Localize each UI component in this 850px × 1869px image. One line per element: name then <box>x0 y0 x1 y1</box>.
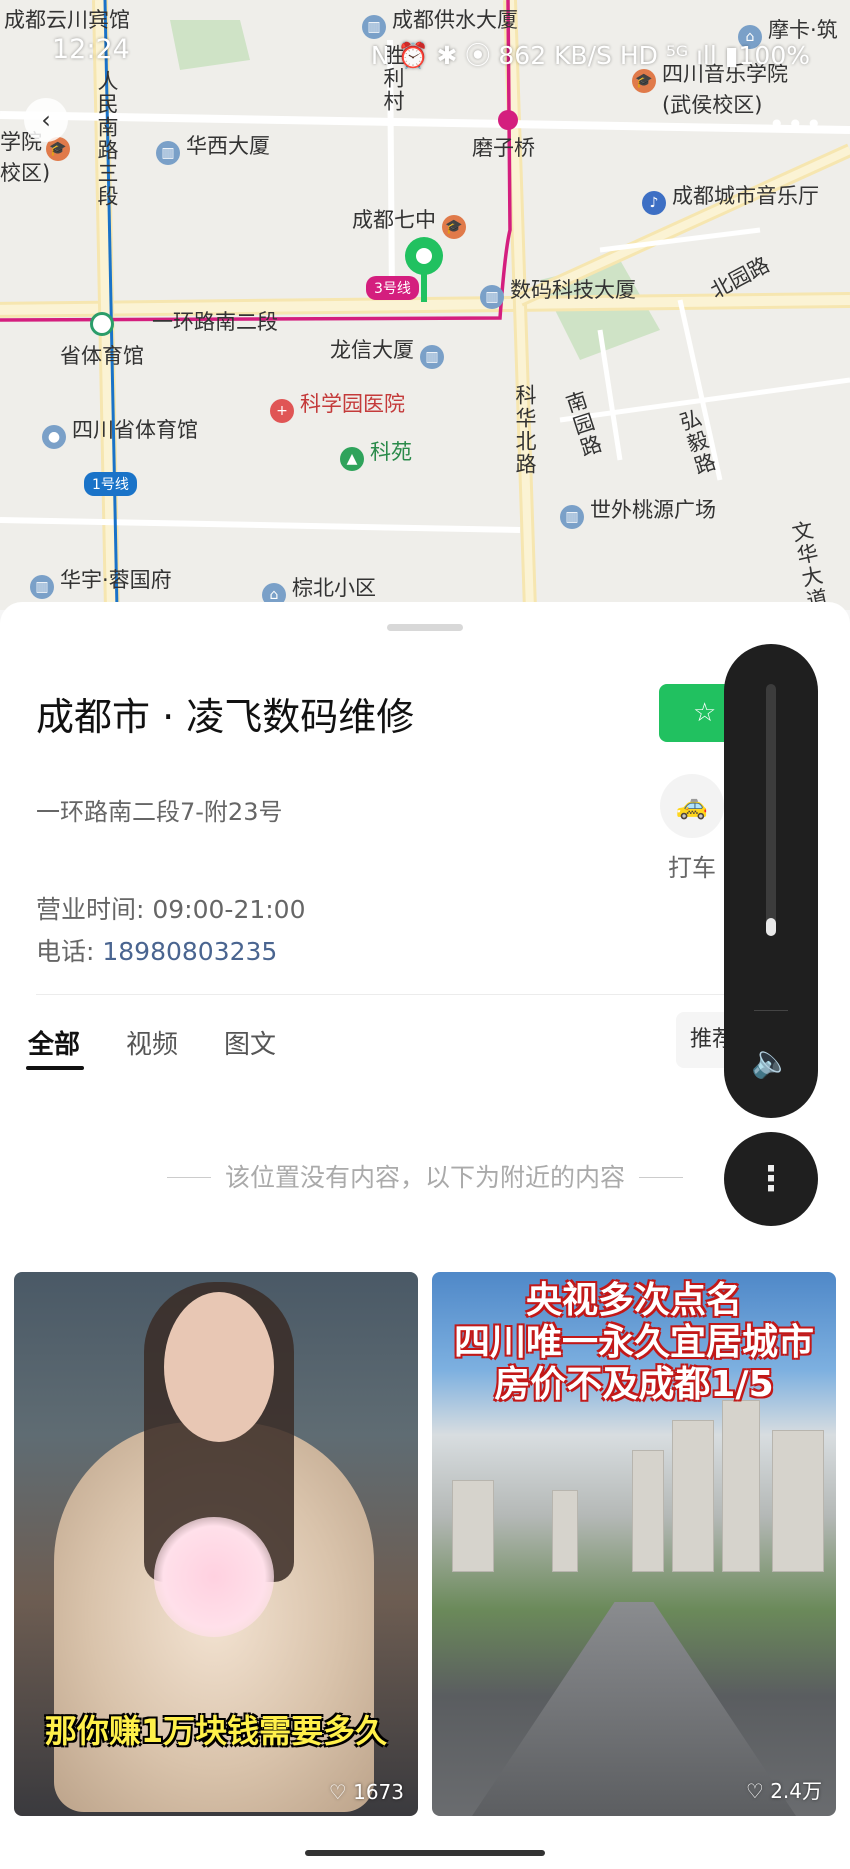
place-title: 成都市 · 凌飞数码维修 <box>36 695 415 739</box>
volume-panel: 🔈 <box>724 644 818 1118</box>
metro-transfer-icon <box>90 312 114 336</box>
business-hours: 营业时间: 09:00-21:00 <box>36 895 306 924</box>
empty-tip: 该位置没有内容，以下为附近的内容 <box>0 1158 850 1194</box>
taxi-label: 打车 <box>668 854 716 882</box>
map-label-shiwai: ▥ 世外桃源广场 <box>560 494 716 529</box>
feed-card[interactable]: 央视多次点名 四川唯一永久宜居城市 房价不及成都1/5 ♡ 2.4万 <box>432 1272 836 1816</box>
map-label-huaxi: ▥ 华西大厦 <box>156 130 270 165</box>
like-count: ♡ 2.4万 <box>745 1779 822 1803</box>
status-time: 12:24 <box>52 34 130 65</box>
car-icon: 🚕 <box>675 791 709 821</box>
tab-all[interactable]: 全部 <box>28 1024 80 1061</box>
map-label-longxin: 龙信大厦 ▥ <box>330 334 450 369</box>
building-icon: ▥ <box>480 285 504 309</box>
more-options-button[interactable]: ••• <box>768 108 824 141</box>
map-label-kehua: 科华北路 <box>513 384 537 476</box>
status-icons: N ⏰ ✱ ⦿ 862 KB/S HD ⁵ᴳ ıll ▮100% <box>370 41 810 70</box>
music-icon: ♪ <box>642 191 666 215</box>
place-address: 一环路南二段7-附23号 <box>36 798 283 826</box>
card-caption: 那你赚1万块钱需要多久 <box>44 1712 388 1750</box>
heart-icon: ♡ <box>328 1780 347 1804</box>
drag-handle[interactable] <box>387 624 463 631</box>
card-headline: 央视多次点名 四川唯一永久宜居城市 房价不及成都1/5 <box>453 1280 814 1405</box>
divider <box>36 994 816 995</box>
building-icon: ▥ <box>30 575 54 599</box>
building-icon: ▥ <box>560 505 584 529</box>
stadium-icon: ● <box>42 425 66 449</box>
speaker-icon[interactable]: 🔈 <box>724 1042 818 1080</box>
tab-image-text[interactable]: 图文 <box>224 1024 276 1061</box>
status-bar: 12:24 N ⏰ ✱ ⦿ 862 KB/S HD ⁵ᴳ ıll ▮100% <box>0 30 850 70</box>
feed-card[interactable]: 那你赚1万块钱需要多久 ♡ 1673 <box>14 1272 418 1816</box>
map-label-huayu: ▥ 华宇·蓉国府 <box>30 564 172 599</box>
map-label-kexue: + 科学园医院 <box>270 388 405 423</box>
active-tab-indicator <box>26 1066 84 1070</box>
map-label-keyuan: ▲ 科苑 <box>340 436 412 471</box>
like-count: ♡ 1673 <box>328 1780 404 1804</box>
back-button[interactable]: ‹ <box>24 98 68 142</box>
metro-station-icon <box>498 110 518 130</box>
school-icon: 🎓 <box>442 215 466 239</box>
building-icon: ▥ <box>420 345 444 369</box>
phone-number[interactable]: 电话: 18980803235 <box>36 932 277 968</box>
volume-slider[interactable] <box>766 684 776 936</box>
volume-level <box>766 918 776 936</box>
hospital-icon: + <box>270 399 294 423</box>
map-label-city-hall: ♪ 成都城市音乐厅 <box>642 180 819 215</box>
more-vertical-icon[interactable]: ⋮ <box>724 1132 818 1226</box>
star-icon: ☆ <box>693 698 717 728</box>
home-indicator[interactable] <box>305 1850 545 1856</box>
place-detail-sheet: 成都市 · 凌飞数码维修 ☆ 一环路南二段7-附23号 🚕 打车 营业时间: 0… <box>0 602 850 1869</box>
building-icon: ▥ <box>156 141 180 165</box>
heart-icon: ♡ <box>745 1779 764 1803</box>
map-view[interactable]: 成都云川宾馆 ▥ 成都供水大厦 ⌂ 摩卡·筑 🎓 四川音乐学院 (武侯校区) 学院 🎓 校区… <box>0 0 850 610</box>
map-label-mozi: 磨子桥 <box>472 110 535 162</box>
map-label-chengdu7: 成都七中 🎓 <box>352 204 472 239</box>
map-label-renmin-road: 人民南路三段 <box>95 70 119 208</box>
taxi-button[interactable]: 🚕 <box>660 774 724 838</box>
card-image <box>432 1400 836 1572</box>
school-icon: 🎓 <box>632 69 656 93</box>
map-label-digital: ▥ 数码科技大厦 <box>480 274 636 309</box>
chevron-left-icon: ‹ <box>41 106 51 134</box>
content-tabs: 全部 视频 图文 <box>28 1024 276 1061</box>
map-label-sichuan-stadium: ● 四川省体育馆 <box>42 414 198 449</box>
map-label-stadium: 省体育馆 <box>60 344 144 368</box>
map-label-line1: 1号线 <box>84 472 137 496</box>
map-label-yihuan: 一环路南二段 <box>152 310 278 334</box>
park-icon: ▲ <box>340 447 364 471</box>
tab-video[interactable]: 视频 <box>126 1024 178 1061</box>
